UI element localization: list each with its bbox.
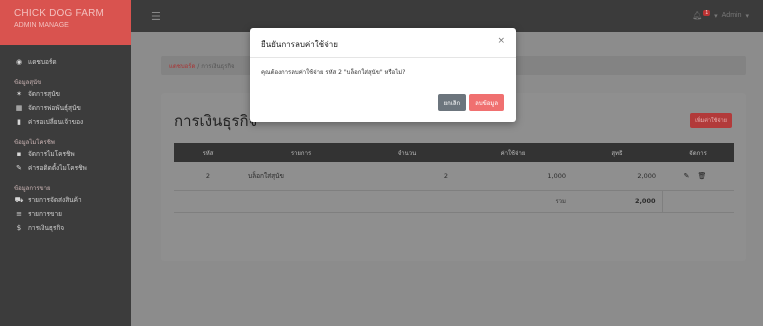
total-label: รวม — [174, 190, 572, 213]
sidebar-item-sales[interactable]: ≡ รายการขาย — [0, 207, 131, 221]
sidebar-item-owner[interactable]: ▮ ค่ารอเปลี่ยนเจ้าของ — [0, 115, 131, 129]
total-empty-cell — [661, 190, 734, 213]
sidebar-section-dogs: ข้อมูลสุนัข — [14, 79, 42, 86]
chevron-down-icon: ▾ — [745, 12, 749, 20]
edit-icon[interactable]: ✎ — [684, 172, 690, 180]
modal-actions: ยกเลิก ลบข้อมูล — [437, 94, 504, 111]
sidebar-item-micro[interactable]: ▪ จัดการไมโครชิพ — [0, 147, 131, 161]
modal-title: ยืนยันการลบค่าใช้จ่าย — [261, 40, 338, 49]
palette-icon: ◉ — [15, 58, 23, 66]
sidebar-item-label: การเงินธุรกิจ — [28, 224, 65, 232]
total-value: 2,000 — [572, 190, 662, 213]
dollar-icon: $ — [16, 224, 22, 232]
bookmark-icon: ▮ — [17, 118, 21, 126]
paw-icon: ✶ — [16, 90, 22, 98]
cell-actions: ✎ 🗑︎ — [662, 162, 734, 191]
cell-id: 2 — [174, 162, 242, 191]
col-cost: ค่าใช้จ่าย — [500, 149, 526, 157]
brand[interactable]: CHICK DOG FARM ADMIN MANAGE — [0, 0, 131, 45]
bell-icon[interactable]: 🔔︎ — [692, 11, 702, 20]
add-expense-button[interactable]: เพิ่มค่าใช้จ่าย — [690, 113, 732, 128]
col-actions: จัดการ — [689, 149, 707, 157]
sidebar-item-label: จัดการพ่อพันธุ์สุนัข — [28, 104, 81, 112]
sidebar-item-finance[interactable]: $ การเงินธุรกิจ — [0, 221, 131, 235]
sidebar-item-dashboard[interactable]: ◉ แดชบอร์ด — [0, 55, 131, 69]
sidebar-item-micro-use[interactable]: ✎ ค่ารอติดตั้งไมโครชิพ — [0, 161, 131, 175]
col-item: รายการ — [290, 149, 312, 157]
cell-qty: 2 — [360, 162, 454, 191]
table-header-row: รหัส รายการ จำนวน ค่าใช้จ่าย สุทธิ จัดกา… — [174, 143, 734, 162]
expense-table: รหัส รายการ จำนวน ค่าใช้จ่าย สุทธิ จัดกา… — [174, 143, 734, 213]
col-net: สุทธิ — [611, 149, 623, 157]
sidebar-section-micro: ข้อมูลไมโครชิพ — [14, 139, 55, 146]
brand-title: CHICK DOG FARM — [14, 8, 105, 19]
cell-net: 2,000 — [572, 162, 662, 191]
table-total-row: รวม 2,000 — [174, 190, 734, 213]
sidebar-item-expense[interactable]: ⛟ รายการจัดส่งสินค้า — [0, 193, 131, 207]
receipt-icon: ≡ — [16, 210, 22, 218]
user-menu[interactable]: 🔔︎ 1 ▾ Admin ▾ — [692, 10, 749, 20]
breadcrumb-home[interactable]: แดชบอร์ด — [169, 63, 195, 70]
notification-badge: 1 — [703, 10, 711, 16]
sidebar-item-label: แดชบอร์ด — [28, 58, 57, 66]
col-id: รหัส — [202, 149, 214, 157]
truck-icon: ⛟ — [14, 195, 24, 204]
menu-icon[interactable]: ☰ — [151, 10, 161, 23]
sidebar-item-label: ค่ารอติดตั้งไมโครชิพ — [28, 164, 87, 172]
table-row: 2 บล็อกใส่สุนัข 2 1,000 2,000 ✎ 🗑︎ — [174, 162, 734, 191]
breadcrumb-current: การเงินธุรกิจ — [201, 63, 235, 70]
modal-header: ยืนยันการลบค่าใช้จ่าย × — [250, 28, 516, 58]
cell-item: บล็อกใส่สุนัข — [242, 162, 360, 191]
chip-icon: ▪ — [16, 150, 22, 158]
modal-message: คุณต้องการลบค่าใช้จ่าย รหัส 2 "บล็อกใส่ส… — [261, 69, 406, 76]
page-title: การเงินธุรกิจ — [174, 112, 258, 130]
col-qty: จำนวน — [397, 149, 417, 157]
trash-icon[interactable]: 🗑︎ — [698, 172, 707, 180]
table-icon: ▦ — [15, 104, 23, 112]
delete-button[interactable]: ลบข้อมูล — [469, 94, 504, 111]
sidebar-item-label: จัดการไมโครชิพ — [28, 150, 75, 158]
sidebar-item-breed[interactable]: ▦ จัดการพ่อพันธุ์สุนัข — [0, 101, 131, 115]
sidebar-item-label: จัดการสุนัข — [28, 90, 60, 98]
confirm-delete-modal: ยืนยันการลบค่าใช้จ่าย × คุณต้องการลบค่าใ… — [250, 28, 516, 122]
syringe-icon: ✎ — [16, 164, 22, 172]
close-icon[interactable]: × — [497, 36, 505, 46]
brand-subtitle: ADMIN MANAGE — [14, 22, 69, 29]
sidebar-item-label: รายการจัดส่งสินค้า — [28, 196, 82, 204]
cell-cost: 1,000 — [454, 162, 572, 191]
sidebar-item-dogs[interactable]: ✶ จัดการสุนัข — [0, 87, 131, 101]
sidebar: CHICK DOG FARM ADMIN MANAGE ◉ แดชบอร์ด ข… — [0, 0, 131, 326]
sidebar-section-finance: ข้อมูลการขาย — [14, 185, 51, 192]
user-name: Admin — [721, 12, 742, 19]
cancel-button[interactable]: ยกเลิก — [437, 94, 467, 111]
chevron-down-icon: ▾ — [714, 12, 718, 20]
sidebar-item-label: รายการขาย — [28, 210, 62, 218]
sidebar-item-label: ค่ารอเปลี่ยนเจ้าของ — [28, 118, 84, 126]
